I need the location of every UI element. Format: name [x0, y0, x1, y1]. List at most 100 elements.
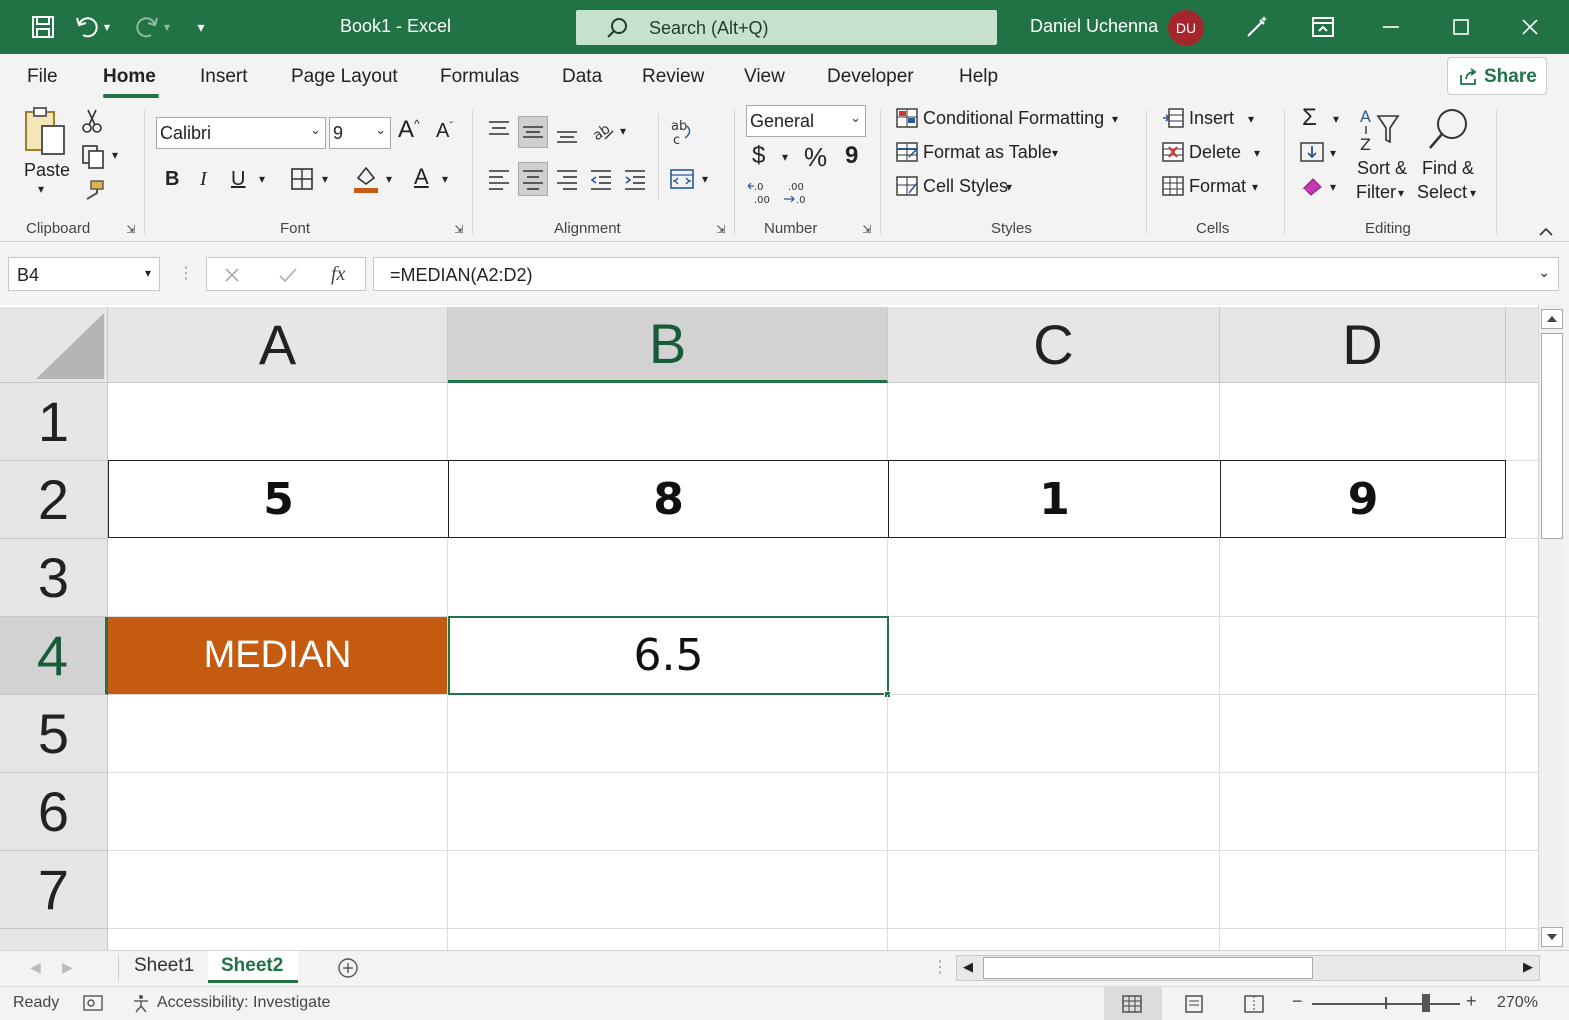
decrease-font-icon[interactable]: Aˇ [436, 120, 453, 143]
align-left-icon[interactable] [486, 166, 512, 192]
underline-dropdown-icon[interactable]: ▾ [259, 172, 265, 186]
cell-e4[interactable] [1506, 617, 1538, 695]
name-box-dropdown-icon[interactable]: ▾ [145, 266, 151, 280]
cell-e6[interactable] [1506, 773, 1538, 851]
merge-center-icon[interactable] [668, 166, 696, 192]
clear-icon[interactable] [1298, 174, 1326, 198]
delete-cells-icon[interactable] [1160, 140, 1186, 164]
cell-d7[interactable] [1220, 851, 1506, 929]
ribbon-display-icon[interactable] [1308, 12, 1338, 42]
currency-button[interactable]: $ [752, 142, 765, 170]
cell-e1[interactable] [1506, 383, 1538, 461]
tab-developer[interactable]: Developer [827, 66, 914, 88]
cell-b1[interactable] [448, 383, 888, 461]
new-sheet-icon[interactable] [336, 956, 360, 980]
search-box[interactable]: Search (Alt+Q) [576, 10, 997, 45]
increase-decimal-icon[interactable]: .0.00 [748, 180, 776, 206]
cell-c8[interactable] [888, 929, 1220, 950]
format-cells-button[interactable]: Format [1189, 176, 1246, 197]
find-select-icon[interactable] [1424, 106, 1474, 156]
column-header-b[interactable]: B [448, 307, 888, 383]
column-header-e[interactable] [1506, 307, 1538, 383]
cell-a2[interactable]: 5 [108, 460, 449, 538]
cell-c3[interactable] [888, 539, 1220, 617]
row-header-7[interactable]: 7 [0, 851, 108, 929]
align-middle-icon[interactable] [518, 116, 548, 148]
tab-review[interactable]: Review [642, 66, 704, 88]
cell-a7[interactable] [108, 851, 448, 929]
tab-formulas[interactable]: Formulas [440, 66, 519, 88]
column-header-d[interactable]: D [1220, 307, 1506, 383]
column-header-a[interactable]: A [108, 307, 448, 383]
sort-filter-label-2[interactable]: Filter [1356, 182, 1396, 203]
format-cells-dropdown-icon[interactable]: ▾ [1252, 180, 1258, 194]
page-break-view-icon[interactable] [1242, 993, 1266, 1015]
row-header-2[interactable]: 2 [0, 461, 108, 539]
insert-cells-button[interactable]: Insert [1189, 108, 1234, 129]
tab-data[interactable]: Data [562, 66, 602, 88]
align-center-icon[interactable] [518, 162, 548, 196]
cell-b6[interactable] [448, 773, 888, 851]
cell-b5[interactable] [448, 695, 888, 773]
conditional-formatting-icon[interactable] [894, 106, 920, 130]
merge-dropdown-icon[interactable]: ▾ [702, 172, 708, 186]
insert-cells-dropdown-icon[interactable]: ▾ [1248, 112, 1254, 126]
user-name[interactable]: Daniel Uchenna [1030, 16, 1158, 37]
paste-icon[interactable] [22, 106, 68, 158]
cell-c7[interactable] [888, 851, 1220, 929]
find-select-dropdown-icon[interactable]: ▾ [1470, 186, 1476, 200]
cell-b3[interactable] [448, 539, 888, 617]
align-top-icon[interactable] [486, 116, 512, 142]
cell-d8[interactable] [1220, 929, 1506, 950]
number-launcher-icon[interactable]: ⇲ [860, 222, 874, 236]
increase-indent-icon[interactable] [622, 166, 648, 192]
italic-button[interactable]: I [200, 168, 207, 191]
align-bottom-icon[interactable] [554, 122, 580, 148]
paste-dropdown-icon[interactable]: ▾ [38, 182, 44, 196]
percent-button[interactable]: % [804, 142, 827, 173]
vertical-scrollbar[interactable] [1538, 305, 1564, 950]
font-launcher-icon[interactable]: ⇲ [452, 222, 466, 236]
sort-filter-label-1[interactable]: Sort & [1357, 158, 1407, 179]
tab-help[interactable]: Help [959, 66, 998, 88]
cell-d4[interactable] [1220, 617, 1506, 695]
sort-filter-dropdown-icon[interactable]: ▾ [1398, 186, 1404, 200]
font-name-select[interactable]: Calibri ⌄ [156, 117, 326, 149]
decrease-decimal-icon[interactable]: .00.0 [782, 180, 810, 206]
horizontal-scroll-thumb[interactable] [983, 957, 1313, 979]
row-header-8[interactable] [0, 929, 108, 950]
name-box[interactable]: B4 ▾ [8, 257, 160, 291]
fill-dropdown-icon[interactable]: ▾ [1330, 146, 1336, 160]
accessibility-icon[interactable] [130, 993, 152, 1013]
decrease-indent-icon[interactable] [588, 166, 614, 192]
paste-button[interactable]: Paste [24, 160, 70, 181]
insert-function-icon[interactable]: fx [331, 263, 345, 286]
tab-insert[interactable]: Insert [200, 66, 248, 88]
row-header-5[interactable]: 5 [0, 695, 108, 773]
tab-home[interactable]: Home [103, 66, 156, 88]
save-icon[interactable] [28, 12, 58, 42]
delete-cells-dropdown-icon[interactable]: ▾ [1254, 146, 1260, 160]
macro-recording-icon[interactable] [82, 993, 104, 1013]
cell-styles-dropdown-icon[interactable]: ▾ [1006, 180, 1012, 194]
designer-icon[interactable] [1242, 12, 1272, 42]
worksheet-grid[interactable]: A B C D 1 2 3 4 5 6 7 5 8 1 9 MEDIAN 6.5 [0, 305, 1538, 950]
scroll-down-icon[interactable] [1541, 927, 1563, 947]
vertical-scroll-thumb[interactable] [1541, 333, 1563, 539]
underline-button[interactable]: U [231, 168, 245, 191]
cell-a6[interactable] [108, 773, 448, 851]
cell-b8[interactable] [448, 929, 888, 950]
cell-d1[interactable] [1220, 383, 1506, 461]
maximize-icon[interactable] [1446, 12, 1476, 42]
cell-d2[interactable]: 9 [1220, 460, 1506, 538]
cell-styles-button[interactable]: Cell Styles [923, 176, 1008, 197]
row-header-4[interactable]: 4 [0, 617, 108, 695]
autosum-dropdown-icon[interactable]: ▾ [1333, 112, 1339, 126]
row-header-6[interactable]: 6 [0, 773, 108, 851]
next-sheet-icon[interactable]: ▶ [62, 959, 73, 976]
cell-e5[interactable] [1506, 695, 1538, 773]
close-icon[interactable] [1515, 12, 1545, 42]
cell-e2[interactable] [1506, 461, 1538, 539]
cell-b2[interactable]: 8 [448, 460, 889, 538]
page-layout-view-icon[interactable] [1182, 993, 1206, 1015]
